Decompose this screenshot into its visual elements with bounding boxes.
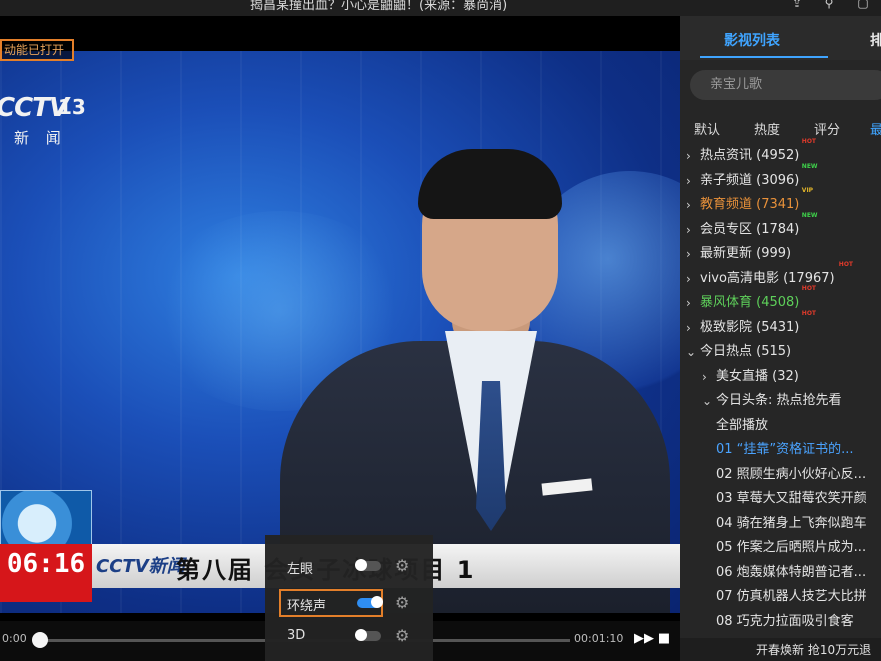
sidebar-tabs: 影视列表 排 — [680, 16, 881, 60]
episode-item[interactable]: 03 草莓大又甜莓农笑开颜 — [680, 487, 881, 511]
sort-bar: 默认 热度 评分 最 — [680, 116, 881, 142]
chevron-down-icon: ⌄ — [702, 394, 713, 408]
category-label: 热点资讯 (4952) — [700, 148, 800, 163]
category-item[interactable]: › 暴风体育 (4508) HOT — [680, 285, 881, 315]
category-item[interactable]: › 教育频道 (7341) VIP — [680, 187, 881, 217]
episode-title: 06 炮轰媒体特朗普记者... — [716, 564, 867, 580]
episode-title: 01 “挂靠”资格证书的... — [716, 442, 854, 457]
badge-new: NEW — [801, 211, 818, 219]
pin-icon[interactable]: ⚲ — [822, 0, 836, 10]
window-title: 揭昌某撞出血？小心是鼬鼬！(来源：暴尚消) — [250, 0, 508, 13]
ticker-clock: 06:16 — [0, 544, 92, 602]
chevron-right-icon: › — [686, 320, 691, 335]
badge-vip: VIP — [801, 187, 814, 194]
chevron-right-icon: › — [686, 198, 691, 212]
surround-sound-toggle[interactable] — [357, 596, 383, 608]
gear-icon[interactable]: ⚙ — [395, 626, 409, 645]
category-item[interactable]: › 极致影院 (5431) HOT — [680, 310, 881, 340]
category-label: 亲子频道 (3096) — [700, 172, 800, 188]
chevron-right-icon: › — [686, 271, 691, 286]
feature-notice: 动能已打开 — [0, 39, 75, 61]
play-all-label: 全部播放 — [716, 417, 769, 433]
video-frame: CCTV 13 新 闻 06:16 CCTV新闻 第八届 会女子冰球项目 1 — [0, 51, 680, 613]
category-label: 会员专区 (1784) — [700, 221, 800, 237]
ticker-globe-icon — [0, 490, 92, 546]
channel-name: 新 闻 — [14, 129, 67, 147]
episode-item[interactable]: 04 骑在猪身上飞奔似跑车 — [680, 512, 881, 536]
episode-title: 07 仿真机器人技艺大比拼 — [716, 589, 867, 604]
gear-icon[interactable]: ⚙ — [395, 593, 409, 612]
badge-hot: HOT — [801, 285, 817, 292]
sort-default[interactable]: 默认 — [694, 119, 720, 138]
fast-forward-icon[interactable]: ▶▶ — [634, 631, 654, 647]
menu-row-left-eye[interactable]: 左眼 ⚙ — [265, 551, 433, 581]
progress-handle[interactable] — [32, 632, 48, 648]
play-all-button[interactable]: 全部播放 — [680, 414, 881, 438]
subcategory-label: 今日头条: 热点抢先看 — [716, 393, 842, 408]
gear-icon[interactable]: ⚙ — [395, 556, 409, 575]
episode-title: 04 骑在猪身上飞奔似跑车 — [716, 515, 867, 531]
active-tab-underline — [700, 56, 828, 58]
episode-item[interactable]: 05 作案之后晒照片成为... — [680, 536, 881, 560]
playlist-sidebar: 影视列表 排 亲宝儿歌 默认 热度 评分 最 › 热点资讯 (4952) HOT › 亲… — [680, 16, 881, 661]
menu-row-surround-sound[interactable]: 环绕声 ⚙ — [265, 588, 433, 618]
left-eye-toggle[interactable] — [355, 559, 381, 571]
category-label: 最新更新 (999) — [700, 246, 792, 261]
episode-item[interactable]: 07 仿真机器人技艺大比拼 — [680, 585, 881, 609]
subcategory-item[interactable]: ⌄ 今日头条: 热点抢先看 — [680, 389, 881, 413]
current-time: 0:00 — [2, 632, 27, 645]
title-bar: 揭昌某撞出血？小心是鼬鼬！(来源：暴尚消) ⇪ ⚲ ▢ — [0, 0, 881, 16]
badge-hot: HOT — [801, 309, 817, 317]
chevron-right-icon: › — [686, 222, 691, 237]
minimize-icon[interactable]: ▢ — [856, 0, 870, 10]
episode-title: 08 巧克力拉面吸引食客 — [716, 613, 854, 629]
category-item[interactable]: › vivo高清电影 (17967) HOT — [680, 261, 881, 291]
badge-hot: HOT — [838, 260, 854, 268]
badge-hot: HOT — [801, 138, 817, 145]
episode-item[interactable]: 01 “挂靠”资格证书的... — [680, 438, 881, 462]
chevron-right-icon: › — [686, 173, 691, 188]
category-item[interactable]: › 亲子频道 (3096) NEW — [680, 163, 881, 193]
category-label: 暴风体育 (4508) — [700, 295, 800, 310]
share-icon[interactable]: ⇪ — [790, 0, 804, 10]
tab-video-list[interactable]: 影视列表 — [724, 30, 780, 50]
sort-popularity[interactable]: 热度 — [754, 119, 780, 138]
chevron-right-icon: › — [686, 247, 691, 261]
stop-icon[interactable]: ■ — [656, 631, 672, 647]
episode-title: 02 照顾生病小伙好心反... — [716, 466, 867, 482]
category-item[interactable]: ⌄ 今日热点 (515) — [680, 340, 881, 364]
3d-toggle[interactable] — [355, 629, 381, 641]
total-time: 00:01:10 — [574, 632, 624, 645]
promo-text: 开春焕新 抢10万元退 — [756, 643, 872, 657]
search-input[interactable]: 亲宝儿歌 — [690, 70, 881, 100]
category-label: 今日热点 (515) — [700, 344, 792, 359]
channel-logo: CCTV 13 — [0, 93, 86, 123]
chevron-right-icon: › — [686, 296, 691, 310]
category-label: 教育频道 (7341) — [700, 197, 800, 212]
ticker-logo: CCTV新闻 — [96, 556, 185, 577]
chevron-down-icon: ⌄ — [686, 345, 697, 359]
subcategory-item[interactable]: › 美女直播 (32) — [680, 365, 881, 389]
category-label: 极致影院 (5431) — [700, 319, 800, 335]
badge-new: NEW — [801, 162, 818, 170]
episode-item[interactable]: 08 巧克力拉面吸引食客 — [680, 610, 881, 634]
menu-row-3d[interactable]: 3D ⚙ — [265, 621, 433, 651]
episode-title: 03 草莓大又甜莓农笑开颜 — [716, 491, 867, 506]
sort-latest[interactable]: 最 — [870, 119, 881, 138]
episode-item[interactable]: 06 炮轰媒体特朗普记者... — [680, 561, 881, 585]
episode-item[interactable]: 02 照顾生病小伙好心反... — [680, 463, 881, 487]
chevron-right-icon: › — [702, 369, 707, 384]
audio-effects-menu: 左眼 ⚙ 环绕声 ⚙ 3D ⚙ — [265, 535, 433, 661]
promo-banner[interactable]: 开春焕新 抢10万元退 — [680, 638, 881, 661]
subcategory-label: 美女直播 (32) — [716, 368, 799, 384]
episode-title: 05 作案之后晒照片成为... — [716, 540, 867, 555]
tab-ranking[interactable]: 排 — [870, 30, 881, 50]
chevron-right-icon: › — [686, 149, 691, 163]
category-item[interactable]: › 热点资讯 (4952) HOT — [680, 138, 881, 168]
sort-rating[interactable]: 评分 — [814, 119, 840, 138]
category-item[interactable]: › 会员专区 (1784) NEW — [680, 212, 881, 242]
